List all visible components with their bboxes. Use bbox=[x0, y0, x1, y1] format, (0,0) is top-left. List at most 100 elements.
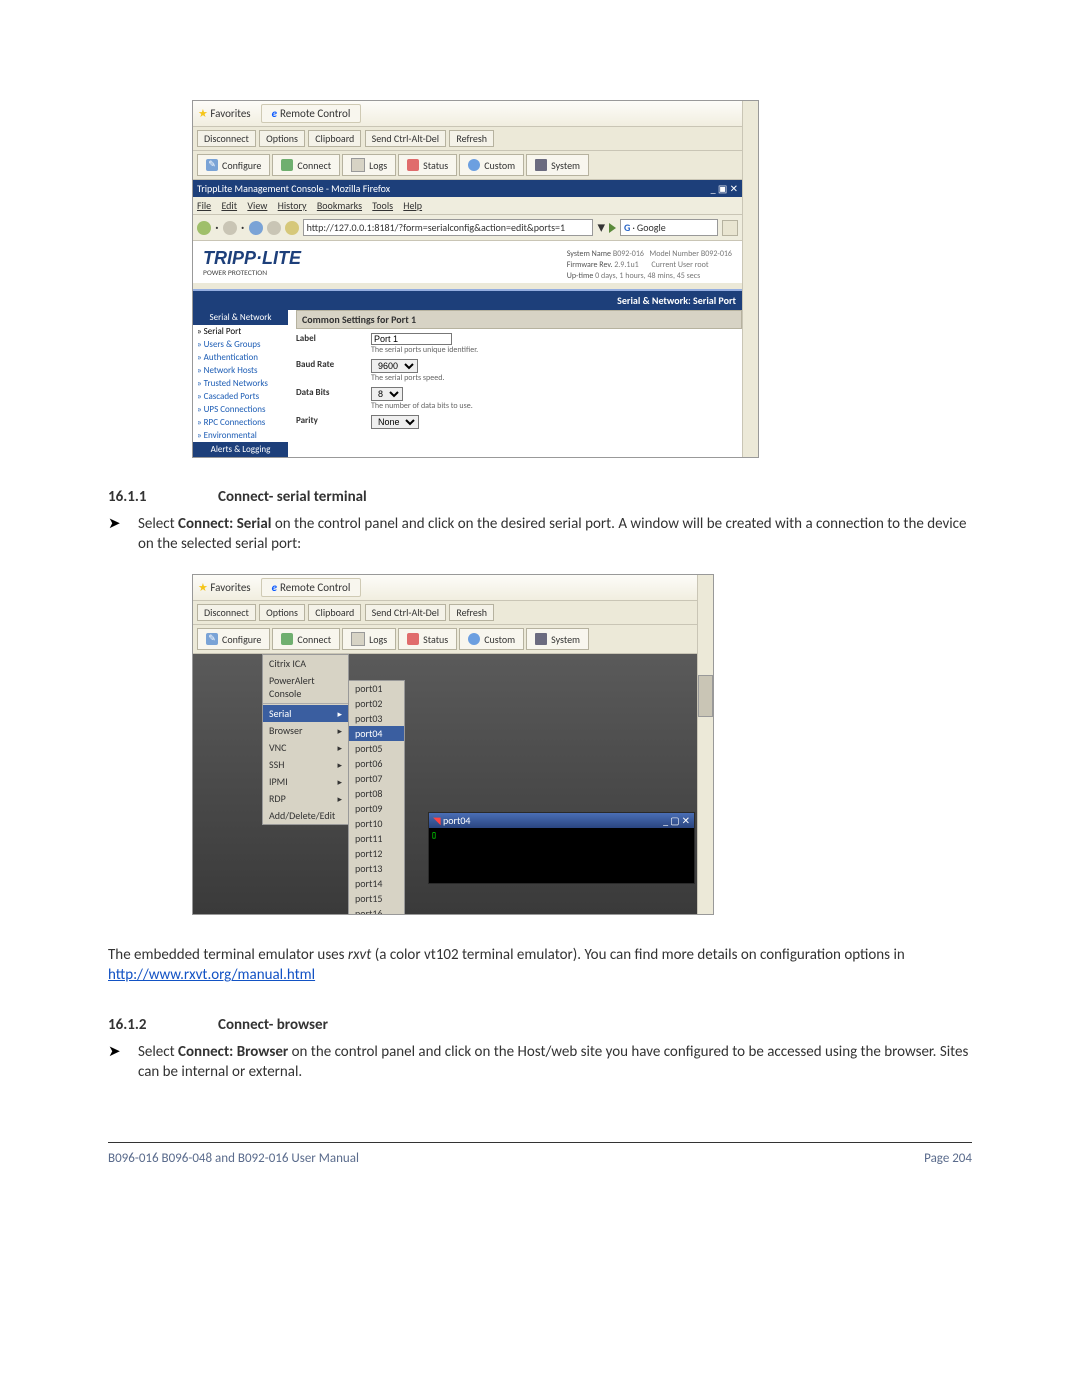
menu-history[interactable]: History bbox=[278, 199, 307, 212]
menu-item-ssh[interactable]: SSH bbox=[263, 756, 348, 773]
menu-tools[interactable]: Tools bbox=[372, 199, 393, 212]
port-item[interactable]: port10 bbox=[349, 816, 404, 831]
footer-right: Page 204 bbox=[924, 1151, 972, 1166]
sidebar-item-network-hosts[interactable]: » Network Hosts bbox=[193, 364, 288, 377]
menu-edit[interactable]: Edit bbox=[221, 199, 237, 212]
bullet-arrow-icon bbox=[108, 1042, 138, 1083]
sidebar-item-serial-port[interactable]: » Serial Port bbox=[193, 325, 288, 338]
logs-button[interactable]: Logs bbox=[342, 154, 396, 176]
menu-file[interactable]: File bbox=[197, 199, 211, 212]
port-item[interactable]: port03 bbox=[349, 711, 404, 726]
menu-item-poweralert[interactable]: PowerAlert Console bbox=[263, 672, 348, 702]
rxvt-manual-link[interactable]: http://www.rxvt.org/manual.html bbox=[108, 966, 315, 984]
status-button[interactable]: Status bbox=[398, 154, 457, 176]
close-icon[interactable]: ✕ bbox=[682, 814, 690, 827]
forward-icon[interactable] bbox=[223, 221, 237, 235]
scrollbar[interactable] bbox=[742, 101, 758, 457]
minimize-icon[interactable]: _ bbox=[663, 814, 668, 827]
clipboard-button[interactable]: Clipboard bbox=[308, 604, 361, 621]
port-item[interactable]: port13 bbox=[349, 861, 404, 876]
sidebar-item-ups-connections[interactable]: » UPS Connections bbox=[193, 403, 288, 416]
port-item[interactable]: port05 bbox=[349, 741, 404, 756]
terminal-body[interactable] bbox=[429, 828, 694, 843]
sidebar-item-environmental[interactable]: » Environmental bbox=[193, 429, 288, 442]
remote-content: Citrix ICA PowerAlert Console Serial Bro… bbox=[193, 654, 697, 914]
custom-button[interactable]: Custom bbox=[459, 154, 524, 176]
menu-bookmarks[interactable]: Bookmarks bbox=[317, 199, 362, 212]
refresh-button[interactable]: Refresh bbox=[449, 130, 494, 147]
refresh-button[interactable]: Refresh bbox=[449, 604, 494, 621]
port-item[interactable]: port01 bbox=[349, 681, 404, 696]
menu-view[interactable]: View bbox=[247, 199, 267, 212]
search-icon[interactable] bbox=[722, 220, 738, 236]
system-button[interactable]: System bbox=[526, 154, 589, 176]
port-submenu: port01 port02 port03 port04 port05 port0… bbox=[348, 680, 405, 914]
custom-button[interactable]: Custom bbox=[459, 628, 524, 650]
google-search[interactable]: · Google bbox=[620, 219, 718, 236]
scrollbar[interactable] bbox=[697, 575, 713, 914]
menu-item-rdp[interactable]: RDP bbox=[263, 790, 348, 807]
form-header: Common Settings for Port 1 bbox=[296, 310, 742, 329]
menu-item-serial[interactable]: Serial bbox=[263, 705, 348, 722]
sidebar-item-cascaded-ports[interactable]: » Cascaded Ports bbox=[193, 390, 288, 403]
databits-select[interactable]: 8 bbox=[371, 387, 403, 401]
port-item[interactable]: port11 bbox=[349, 831, 404, 846]
parity-select[interactable]: None bbox=[371, 415, 419, 429]
port-item[interactable]: port07 bbox=[349, 771, 404, 786]
system-button[interactable]: System bbox=[526, 628, 589, 650]
status-button[interactable]: Status bbox=[398, 628, 457, 650]
port-item[interactable]: port15 bbox=[349, 891, 404, 906]
address-bar[interactable]: http://127.0.0.1:8181/?form=serialconfig… bbox=[303, 219, 594, 236]
port-item[interactable]: port02 bbox=[349, 696, 404, 711]
go-icon[interactable] bbox=[609, 223, 616, 233]
firefox-titlebar: TrippLite Management Console - Mozilla F… bbox=[193, 180, 742, 197]
connect-button[interactable]: Connect bbox=[272, 628, 340, 650]
reload-icon[interactable] bbox=[249, 221, 263, 235]
sidebar-item-authentication[interactable]: » Authentication bbox=[193, 351, 288, 364]
home-icon[interactable] bbox=[285, 221, 299, 235]
clipboard-button[interactable]: Clipboard bbox=[308, 130, 361, 147]
port-item-selected[interactable]: port04 bbox=[349, 726, 404, 741]
terminal-icon: ◥ bbox=[433, 814, 441, 827]
options-button[interactable]: Options bbox=[259, 604, 305, 621]
port-item[interactable]: port09 bbox=[349, 801, 404, 816]
options-button[interactable]: Options bbox=[259, 130, 305, 147]
menu-item-vnc[interactable]: VNC bbox=[263, 739, 348, 756]
sidebar-item-trusted-networks[interactable]: » Trusted Networks bbox=[193, 377, 288, 390]
port-item[interactable]: port06 bbox=[349, 756, 404, 771]
databits-label: Data Bits bbox=[296, 387, 371, 411]
logs-button[interactable]: Logs bbox=[342, 628, 396, 650]
firefox-navbar: · · http://127.0.0.1:8181/?form=serialco… bbox=[193, 215, 742, 241]
menu-item-browser[interactable]: Browser bbox=[263, 722, 348, 739]
menu-item-citrix[interactable]: Citrix ICA bbox=[263, 655, 348, 672]
connect-button[interactable]: Connect bbox=[272, 154, 340, 176]
sidebar-header: Serial & Network bbox=[193, 310, 288, 325]
back-icon[interactable] bbox=[197, 221, 211, 235]
parity-label: Parity bbox=[296, 415, 371, 429]
menu-item-ipmi[interactable]: IPMI bbox=[263, 773, 348, 790]
paragraph-1612: Select Connect: Browser on the control p… bbox=[108, 1042, 972, 1083]
menu-item-add-delete-edit[interactable]: Add/Delete/Edit bbox=[263, 807, 348, 824]
scroll-handle[interactable] bbox=[698, 675, 713, 717]
screenshot-connect-serial: Favorites Remote Control Disconnect Opti… bbox=[192, 574, 714, 915]
stop-icon[interactable] bbox=[267, 221, 281, 235]
port-item[interactable]: port12 bbox=[349, 846, 404, 861]
sidebar-item-users-groups[interactable]: » Users & Groups bbox=[193, 338, 288, 351]
chevron-right-icon bbox=[337, 741, 342, 754]
label-input[interactable] bbox=[371, 333, 452, 345]
configure-button[interactable]: Configure bbox=[197, 628, 270, 650]
configure-button[interactable]: Configure bbox=[197, 154, 270, 176]
disconnect-button[interactable]: Disconnect bbox=[197, 604, 256, 621]
baud-select[interactable]: 9600 bbox=[371, 359, 418, 373]
port-item[interactable]: port08 bbox=[349, 786, 404, 801]
disconnect-button[interactable]: Disconnect bbox=[197, 130, 256, 147]
maximize-icon[interactable]: ▢ bbox=[670, 814, 679, 827]
port-item[interactable]: port14 bbox=[349, 876, 404, 891]
logo-subtitle: POWER PROTECTION bbox=[203, 269, 267, 278]
star-icon bbox=[198, 107, 208, 120]
menu-help[interactable]: Help bbox=[403, 199, 422, 212]
sidebar-item-rpc-connections[interactable]: » RPC Connections bbox=[193, 416, 288, 429]
send-cad-button[interactable]: Send Ctrl-Alt-Del bbox=[365, 604, 446, 621]
send-cad-button[interactable]: Send Ctrl-Alt-Del bbox=[365, 130, 446, 147]
port-item[interactable]: port16 bbox=[349, 906, 404, 914]
